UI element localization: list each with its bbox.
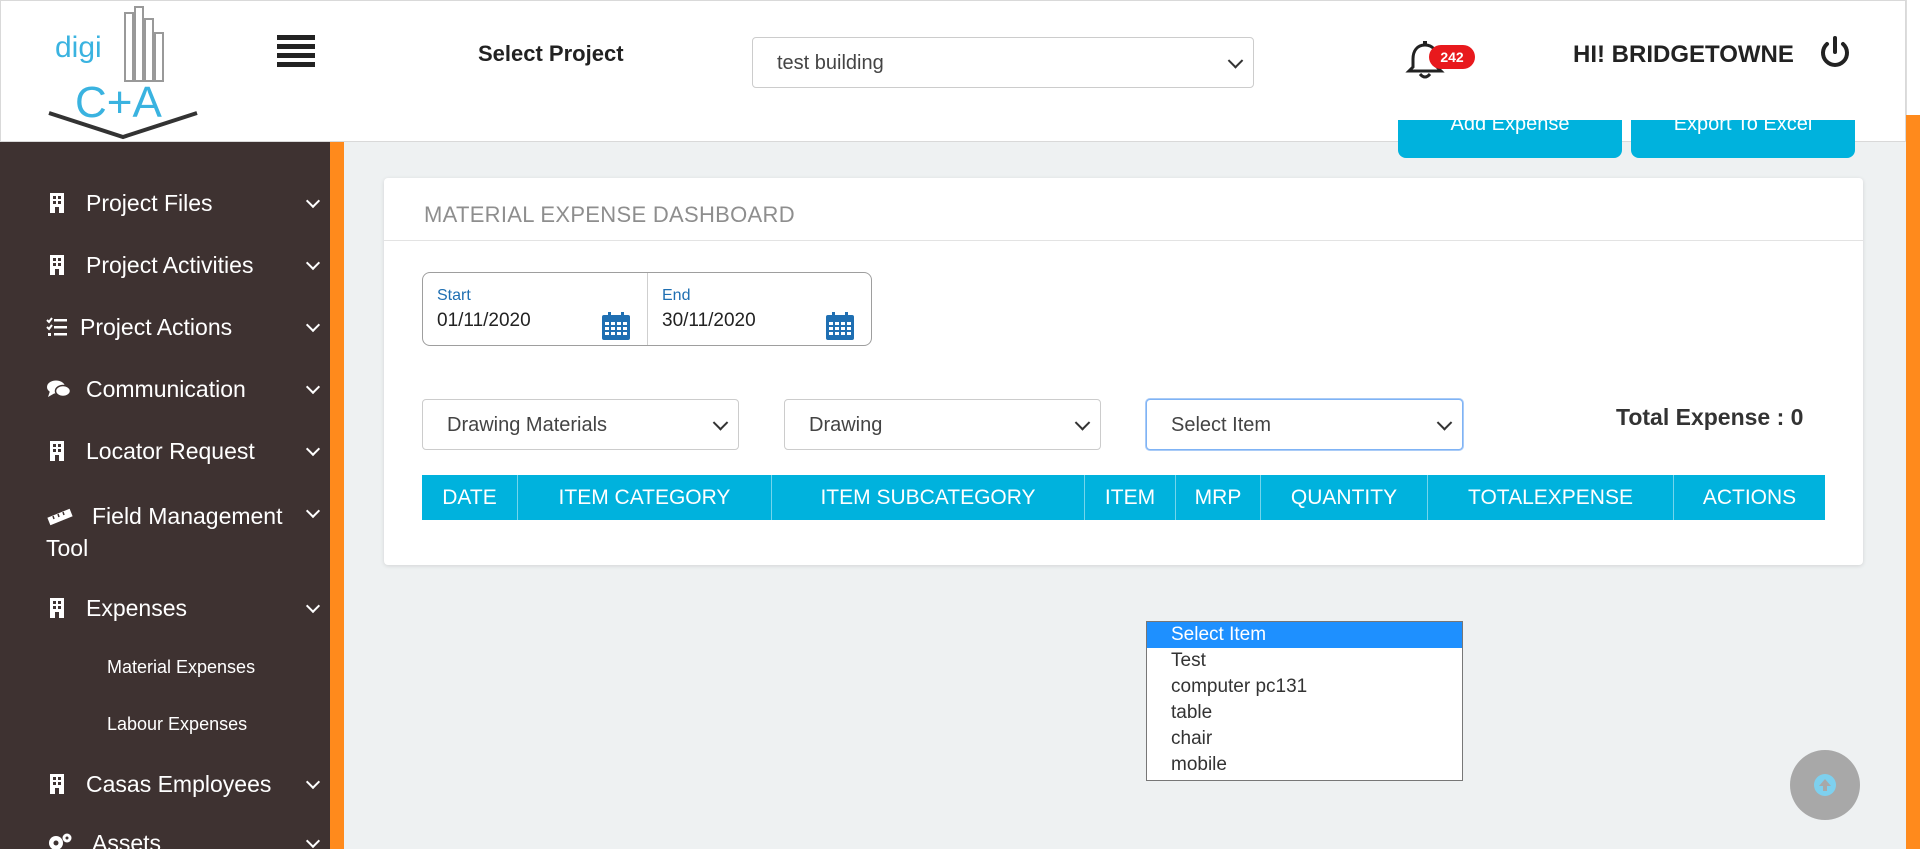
start-date-label: Start [437,287,471,304]
item-category-select[interactable]: Drawing Materials [422,399,739,450]
end-date-label: End [662,287,691,304]
sidebar-subitem-labour-expenses[interactable]: Labour Expenses [107,714,247,735]
page-title: MATERIAL EXPENSE DASHBOARD [424,202,795,227]
menu-toggle-icon[interactable] [277,35,315,71]
user-greeting: HI! BRIDGETOWNE [1573,41,1794,68]
column-header-mrp[interactable]: MRP [1176,475,1261,520]
end-date-value: 30/11/2020 [662,310,756,331]
arrow-up-circle-icon [1814,774,1836,796]
sidebar-item-communication[interactable]: Communication [46,376,321,403]
back-to-top-button[interactable] [1790,750,1860,820]
power-icon[interactable] [1818,35,1852,71]
item-select-value: Select Item [1171,414,1272,436]
start-date-field[interactable]: Start 01/11/2020 [423,273,647,345]
item-category-value: Drawing Materials [447,414,608,436]
sidebar-item-label: Communication [86,376,246,402]
sidebar-item-label: Project Files [86,190,213,216]
column-header-date[interactable]: DATE [422,475,518,520]
item-dropdown-list[interactable]: Select Item Test computer pc131 table ch… [1146,621,1463,781]
sidebar-item-label: Project Activities [86,252,254,278]
sidebar-item-casas-employees[interactable]: Casas Employees [46,771,321,798]
date-range-picker[interactable]: Start 01/11/2020 End 30/11/2020 [422,272,872,346]
item-subcategory-select[interactable]: Drawing [784,399,1101,450]
dropdown-option[interactable]: computer pc131 [1147,674,1462,700]
sidebar-subitem-material-expenses[interactable]: Material Expenses [107,657,255,678]
sidebar-item-project-activities[interactable]: Project Activities [46,252,321,279]
chevron-down-icon [712,414,729,431]
start-date-value: 01/11/2020 [437,310,531,331]
sidebar-item-label: Casas Employees [86,771,272,797]
comments-icon [47,380,72,398]
sidebar [0,142,330,849]
building-icon [50,774,64,794]
sidebar-item-locator-request[interactable]: Locator Request [46,438,321,465]
calendar-icon[interactable] [825,311,855,341]
building-icon [50,255,64,275]
sidebar-item-label: Expenses [86,595,188,621]
scrollbar-thumb[interactable] [1906,115,1920,849]
dropdown-option[interactable]: mobile [1147,752,1462,778]
item-select[interactable]: Select Item [1146,399,1463,450]
material-expense-card: MATERIAL EXPENSE DASHBOARD Start 01/11/2… [384,178,1863,565]
sidebar-item-field-management[interactable]: Field Management Tool [46,500,321,564]
expense-table-header: DATE ITEM CATEGORY ITEM SUBCATEGORY ITEM… [422,475,1825,520]
column-header-item-subcategory[interactable]: ITEM SUBCATEGORY [772,475,1085,520]
add-expense-button[interactable]: Add Expense [1398,120,1622,158]
chevron-down-icon [1074,414,1091,431]
divider [384,240,1863,241]
sidebar-item-label: Locator Request [86,438,255,464]
building-icon [50,193,64,213]
sidebar-item-project-actions[interactable]: Project Actions [46,314,321,341]
sidebar-item-assets[interactable]: Assets [46,830,321,849]
sidebar-accent-bar [330,142,344,849]
ruler-icon [47,508,73,526]
column-header-actions[interactable]: ACTIONS [1674,475,1825,520]
item-subcategory-value: Drawing [809,414,883,436]
building-icon [50,598,64,618]
dropdown-option[interactable]: table [1147,700,1462,726]
calendar-icon[interactable] [601,311,631,341]
chevron-down-icon [1436,414,1453,431]
dropdown-option[interactable]: Test [1147,648,1462,674]
svg-text:digi: digi [55,31,102,64]
sidebar-item-label: Field Management [92,503,283,529]
notification-badge: 242 [1429,45,1475,69]
column-header-totalexpense[interactable]: TOTALEXPENSE [1428,475,1674,520]
export-excel-label: Export To Excel [1673,120,1813,135]
export-excel-button[interactable]: Export To Excel [1631,120,1855,158]
add-expense-label: Add Expense [1450,120,1570,135]
svg-text:C+A: C+A [75,78,162,127]
project-select-value: test building [777,52,884,74]
sidebar-item-project-files[interactable]: Project Files [46,190,321,217]
column-header-item[interactable]: ITEM [1085,475,1176,520]
chevron-down-icon [1227,52,1244,69]
total-expense: Total Expense : 0 [1616,404,1804,430]
end-date-field[interactable]: End 30/11/2020 [647,273,871,345]
dropdown-option[interactable]: chair [1147,726,1462,752]
company-logo[interactable]: digi C+A [47,5,199,141]
select-project-label: Select Project [478,41,624,66]
tasks-icon [46,317,67,336]
dropdown-option[interactable]: Select Item [1147,622,1462,648]
building-icon [50,441,64,461]
sidebar-item-label-2: Tool [46,535,89,561]
sidebar-item-label: Assets [92,830,162,849]
project-select[interactable]: test building [752,37,1254,88]
gears-icon [49,833,72,849]
column-header-item-category[interactable]: ITEM CATEGORY [518,475,772,520]
sidebar-item-expenses[interactable]: Expenses [46,595,321,622]
column-header-quantity[interactable]: QUANTITY [1261,475,1428,520]
sidebar-item-label: Project Actions [80,314,233,340]
